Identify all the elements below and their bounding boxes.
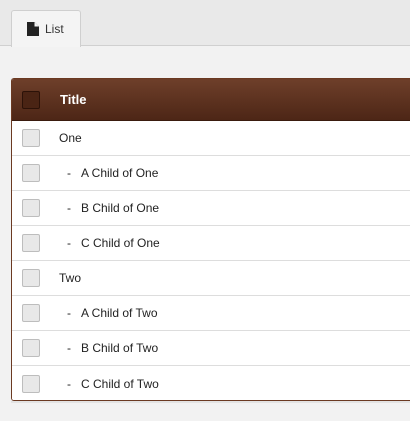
column-header-title: Title xyxy=(60,92,87,107)
select-all-checkbox[interactable] xyxy=(22,90,40,109)
row-checkbox[interactable] xyxy=(22,269,40,287)
document-icon xyxy=(27,22,39,36)
table-row[interactable]: One xyxy=(12,121,410,156)
row-checkbox[interactable] xyxy=(22,339,40,357)
row-title: One xyxy=(59,131,82,145)
child-indent-dash: - xyxy=(67,341,71,355)
row-title: C Child of Two xyxy=(81,376,159,391)
list-table: Title One - A Child of One - B Child of … xyxy=(11,78,410,401)
table-shadow xyxy=(11,401,410,403)
row-checkbox[interactable] xyxy=(22,129,40,147)
tab-list[interactable]: List xyxy=(11,10,81,47)
table-row[interactable]: - B Child of One xyxy=(12,191,410,226)
tab-list-label: List xyxy=(45,22,64,36)
table-row[interactable]: - A Child of Two xyxy=(12,296,410,331)
table-row[interactable]: - A Child of One xyxy=(12,156,410,191)
row-checkbox[interactable] xyxy=(22,304,40,322)
row-title: C Child of One xyxy=(81,236,160,250)
child-indent-dash: - xyxy=(67,376,71,391)
row-title: A Child of One xyxy=(81,166,159,180)
table-row[interactable]: - B Child of Two xyxy=(12,331,410,366)
row-checkbox[interactable] xyxy=(22,164,40,182)
table-row[interactable]: - C Child of One xyxy=(12,226,410,261)
row-checkbox[interactable] xyxy=(22,234,40,252)
child-indent-dash: - xyxy=(67,201,71,215)
table-row[interactable]: - C Child of Two xyxy=(12,366,410,400)
child-indent-dash: - xyxy=(67,306,71,320)
row-title: Two xyxy=(59,271,82,285)
row-title: A Child of Two xyxy=(81,306,158,320)
table-row[interactable]: Two xyxy=(12,261,410,296)
child-indent-dash: - xyxy=(67,166,71,180)
row-checkbox[interactable] xyxy=(22,199,40,217)
table-header: Title xyxy=(12,79,410,121)
row-title: B Child of Two xyxy=(81,341,159,355)
row-checkbox[interactable] xyxy=(22,374,40,393)
child-indent-dash: - xyxy=(67,236,71,250)
tab-bar: List xyxy=(0,0,410,47)
row-title: B Child of One xyxy=(81,201,160,215)
